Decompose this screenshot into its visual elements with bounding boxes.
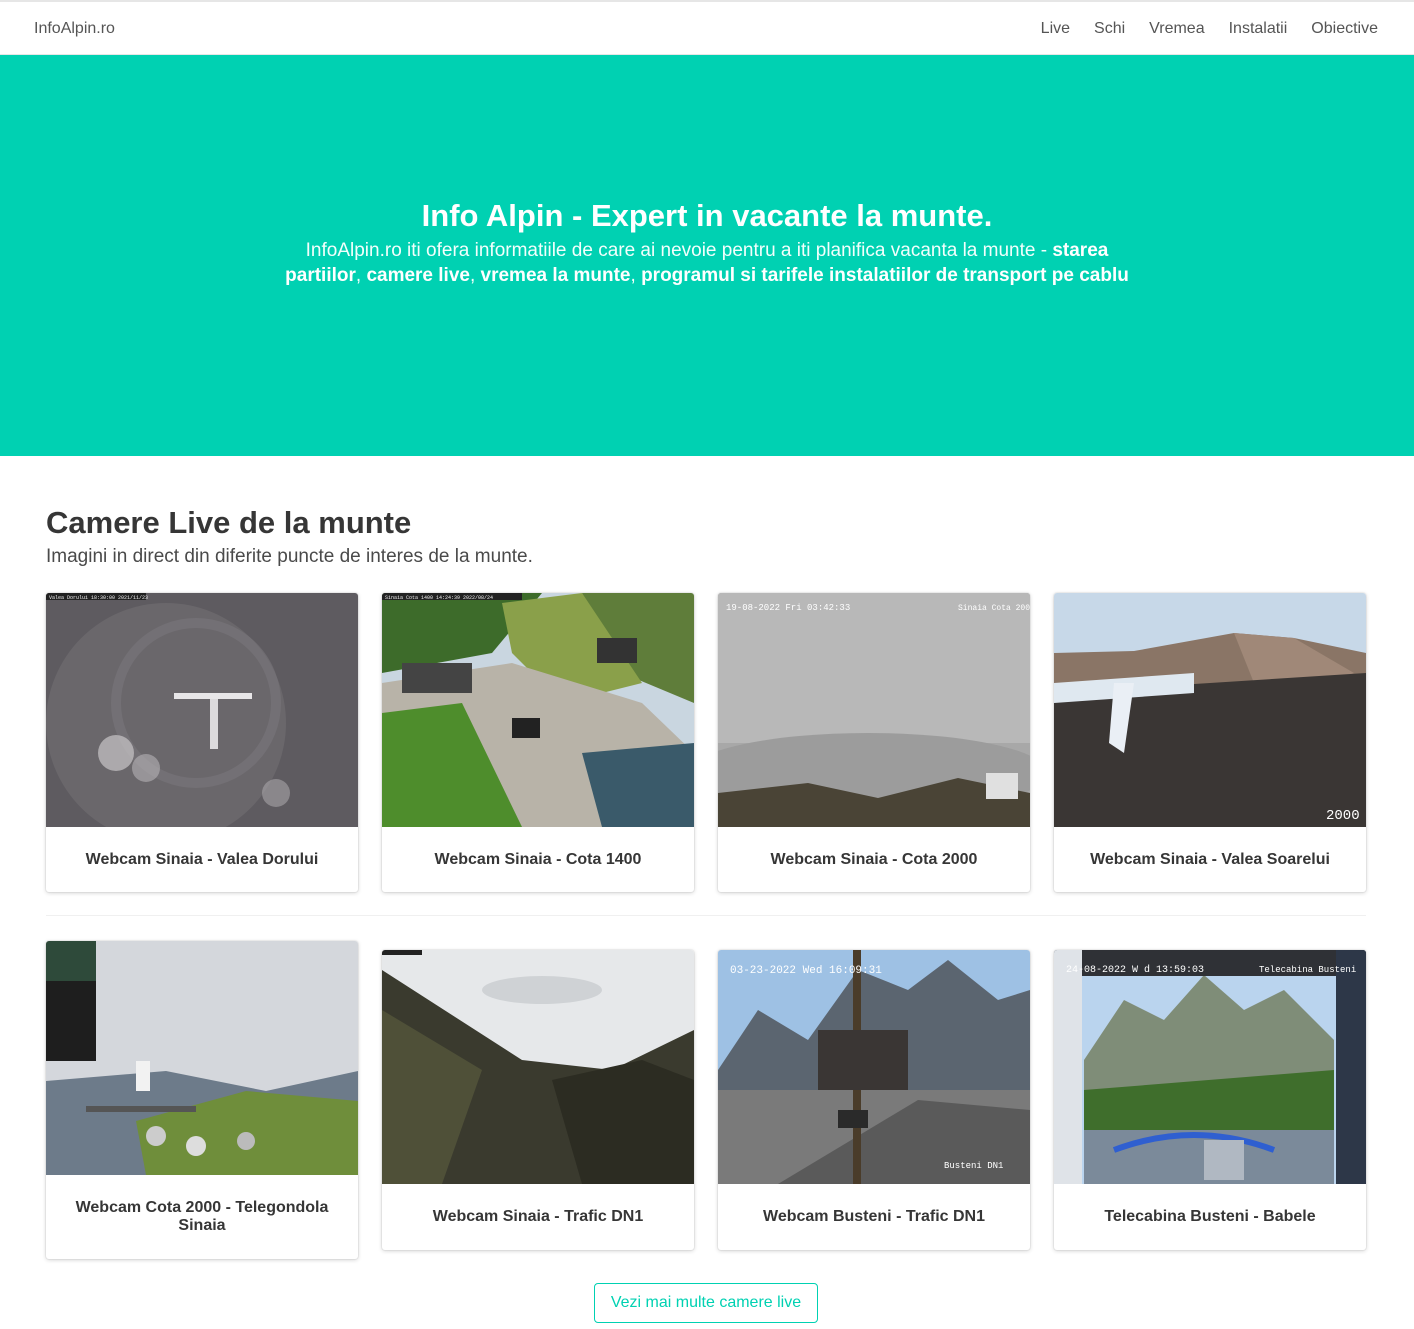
webcam-card-label: Webcam Sinaia - Valea Dorului: [85, 850, 319, 868]
webcam-thumbnail: 03-23-2022 Wed 16:09:31 Busteni DN1: [718, 950, 1030, 1184]
hero-highlight-instalatii: programul si tarifele instalatiilor de t…: [641, 265, 1129, 286]
webcam-card-label: Webcam Sinaia - Valea Soarelui: [1090, 850, 1330, 868]
hero-intro-text: InfoAlpin.ro iti ofera informatiile de c…: [305, 240, 1053, 261]
more-cameras-button[interactable]: Vezi mai multe camere live: [594, 1283, 818, 1323]
hero-banner: Info Alpin - Expert in vacante la munte.…: [0, 55, 1414, 456]
nav-item-vremea[interactable]: Vremea: [1149, 20, 1204, 38]
webcam-card-label: Webcam Busteni - Trafic DN1: [763, 1208, 985, 1225]
svg-text:24-08-2022 W d 13:59:03: 24-08-2022 W d 13:59:03: [1066, 964, 1204, 976]
svg-text:Sinaia Cota 1400 14:24:39 2022: Sinaia Cota 1400 14:24:39 2022/08/24: [385, 595, 493, 601]
row-divider: [46, 915, 1366, 916]
hero-description: InfoAlpin.ro iti ofera informatiile de c…: [285, 240, 1129, 286]
svg-text:19-08-2022 Fri 03:42:33: 19-08-2022 Fri 03:42:33: [726, 603, 850, 613]
webcam-thumbnail: [46, 941, 358, 1175]
webcam-card[interactable]: Valea Dorului 18:30:00 2021/11/23 Webcam…: [46, 593, 358, 892]
webcam-thumbnail: 2000: [1054, 593, 1366, 827]
webcam-card[interactable]: 24-08-2022 W d 13:59:03 Telecabina Buste…: [1054, 950, 1366, 1250]
webcam-card[interactable]: 2000 Webcam Sinaia - Valea Soarelui: [1054, 593, 1366, 892]
main-nav: Live Schi Vremea Instalatii Obiective: [1041, 20, 1378, 38]
webcam-card-label: Webcam Cota 2000 - Telegondola Sinaia: [75, 1199, 329, 1234]
webcam-thumbnail: 24-08-2022 W d 13:59:03 Telecabina Buste…: [1054, 950, 1366, 1184]
webcam-thumbnail: 19-08-2022 Fri 03:42:33 Sinaia Cota 2000: [718, 593, 1030, 827]
section-title: Camere Live de la munte: [46, 505, 412, 540]
top-navbar: InfoAlpin.ro Live Schi Vremea Instalatii…: [0, 0, 1414, 55]
webcam-card[interactable]: Webcam Cota 2000 - Telegondola Sinaia: [46, 941, 358, 1259]
webcam-thumbnail: [382, 950, 694, 1184]
hero-highlight-vremea: vremea la munte: [480, 265, 631, 286]
hero-highlight-camere: camere live: [366, 265, 470, 286]
nav-item-schi[interactable]: Schi: [1094, 20, 1125, 38]
svg-text:Valea Dorului 18:30:00 2021/11: Valea Dorului 18:30:00 2021/11/23: [49, 595, 148, 601]
nav-item-obiective[interactable]: Obiective: [1311, 20, 1378, 38]
brand-logo-link[interactable]: InfoAlpin.ro: [34, 20, 115, 38]
webcam-card-label: Webcam Sinaia - Cota 2000: [770, 850, 978, 868]
webcam-card[interactable]: 19-08-2022 Fri 03:42:33 Sinaia Cota 2000…: [718, 593, 1030, 892]
webcam-card[interactable]: Sinaia Cota 1400 14:24:39 2022/08/24 Web…: [382, 593, 694, 892]
webcam-card-label: Webcam Sinaia - Cota 1400: [434, 850, 642, 868]
webcam-thumbnail: Sinaia Cota 1400 14:24:39 2022/08/24: [382, 593, 694, 827]
hero-title: Info Alpin - Expert in vacante la munte.: [421, 198, 993, 233]
webcam-card[interactable]: 03-23-2022 Wed 16:09:31 Busteni DN1 Webc…: [718, 950, 1030, 1250]
svg-text:03-23-2022 Wed 16:09:31: 03-23-2022 Wed 16:09:31: [730, 965, 882, 977]
svg-text:Sinaia Cota 2000: Sinaia Cota 2000: [958, 604, 1030, 613]
webcam-card[interactable]: Webcam Sinaia - Trafic DN1: [382, 950, 694, 1250]
nav-item-instalatii[interactable]: Instalatii: [1229, 20, 1288, 38]
nav-item-live[interactable]: Live: [1041, 20, 1070, 38]
svg-text:Telecabina Busteni: Telecabina Busteni: [1259, 965, 1356, 975]
svg-text:2000: 2000: [1326, 808, 1360, 824]
section-subtitle: Imagini in direct din diferite puncte de…: [46, 546, 533, 567]
webcam-thumbnail: Valea Dorului 18:30:00 2021/11/23: [46, 593, 358, 827]
webcam-card-label: Telecabina Busteni - Babele: [1104, 1208, 1316, 1225]
webcam-card-label: Webcam Sinaia - Trafic DN1: [432, 1208, 644, 1225]
svg-text:Busteni DN1: Busteni DN1: [944, 1161, 1003, 1171]
